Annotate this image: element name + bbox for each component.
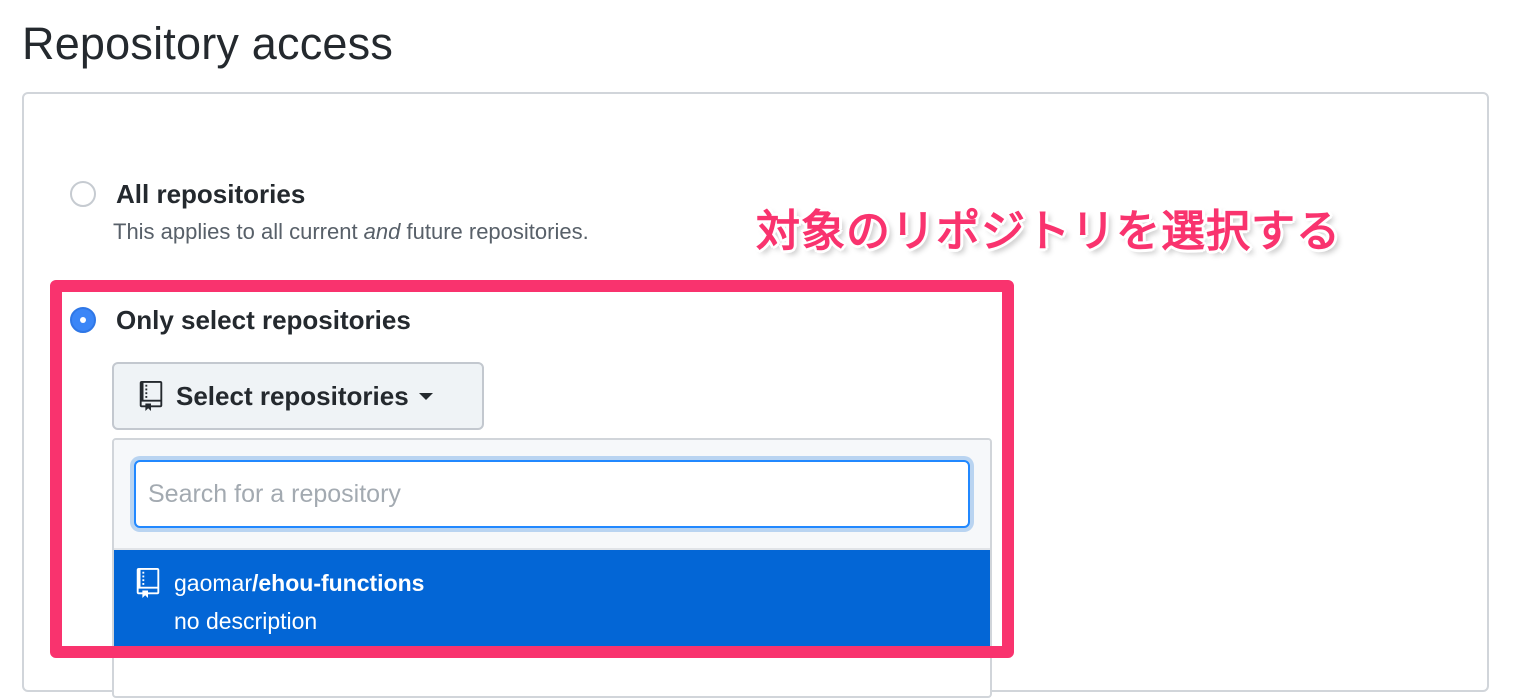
repository-dropdown: gaomar/ehou-functions no description xyxy=(112,438,992,698)
repo-icon xyxy=(139,381,163,411)
all-repositories-label[interactable]: All repositories xyxy=(116,178,305,210)
page-title: Repository access xyxy=(22,18,394,69)
description-emphasis: and xyxy=(363,219,401,244)
annotation-text: 対象のリポジトリを選択する xyxy=(756,206,1341,257)
description-prefix: This applies to all current xyxy=(113,219,364,244)
all-repositories-description: This applies to all current and future r… xyxy=(113,218,589,246)
repo-name: ehou-functions xyxy=(258,570,425,596)
radio-selected-dot xyxy=(80,317,86,323)
select-repositories-label: Select repositories xyxy=(176,380,409,411)
repo-icon xyxy=(136,568,160,598)
caret-down-icon xyxy=(418,392,433,400)
repository-search-input[interactable] xyxy=(134,460,970,528)
repo-description: no description xyxy=(174,608,318,634)
only-select-repositories-label[interactable]: Only select repositories xyxy=(116,304,411,336)
select-repositories-button[interactable]: Select repositories xyxy=(112,362,484,430)
repo-list-item[interactable]: gaomar/ehou-functions no description xyxy=(114,550,990,654)
repo-owner: gaomar xyxy=(174,570,252,596)
repo-full-name: gaomar/ehou-functions xyxy=(174,568,424,598)
description-suffix: future repositories. xyxy=(400,219,589,244)
all-repositories-radio[interactable] xyxy=(70,181,96,207)
search-area xyxy=(114,440,990,550)
only-select-repositories-radio[interactable] xyxy=(70,307,96,333)
